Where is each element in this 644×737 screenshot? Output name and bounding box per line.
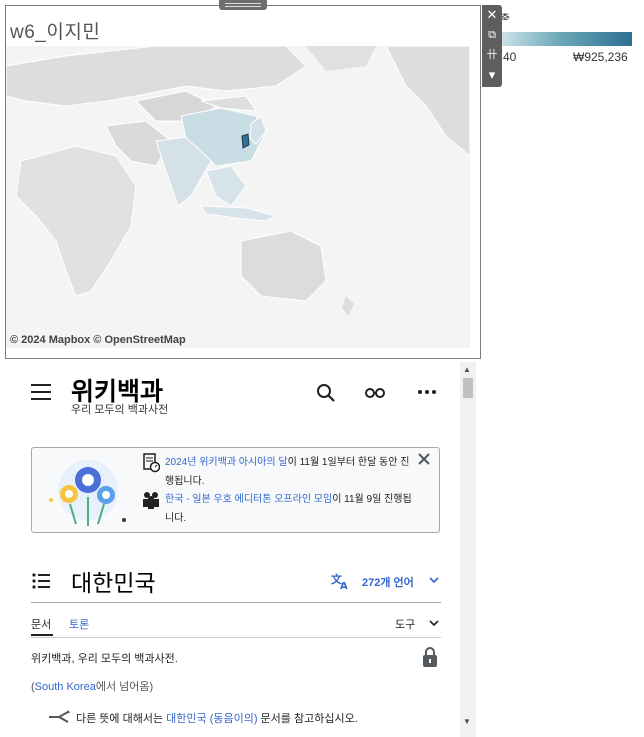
- table-of-contents-icon[interactable]: [32, 573, 50, 589]
- wiki-tagline: 우리 모두의 백과사전: [71, 404, 169, 416]
- hatnote-link-disambiguation[interactable]: (동음이의): [210, 713, 258, 725]
- tools-menu[interactable]: 도구: [395, 616, 415, 632]
- document-clock-icon: [143, 453, 160, 473]
- viz-title: w6_이지민: [10, 22, 101, 43]
- map-canvas[interactable]: [6, 46, 470, 348]
- glasses-icon[interactable]: [364, 384, 386, 400]
- more-options-icon[interactable]: [416, 384, 438, 400]
- flower-illustration: [49, 460, 126, 526]
- viz-toolbar: ✕ ⧉ 卄 ▾: [482, 5, 502, 87]
- search-icon[interactable]: [316, 383, 336, 403]
- tab-talk[interactable]: 토론: [69, 616, 89, 632]
- close-icon[interactable]: ✕: [484, 7, 500, 23]
- redirect-source-link[interactable]: South Korea: [35, 681, 96, 693]
- lock-icon[interactable]: [422, 646, 438, 668]
- banner-link-editathon[interactable]: 한국 - 일본 우호 에디터톤 오프라인 모임: [165, 494, 332, 505]
- color-legend-bar: [500, 32, 632, 46]
- hatnote-link-korea[interactable]: 대한민국: [166, 713, 206, 725]
- hamburger-menu-icon[interactable]: [31, 384, 51, 400]
- scroll-thumb[interactable]: [463, 378, 473, 398]
- world-map: [6, 46, 470, 348]
- menu-dropdown-icon[interactable]: ▾: [484, 67, 500, 83]
- people-group-icon: [143, 492, 159, 509]
- tabs-divider: [31, 637, 441, 638]
- legend-min-label: 40: [503, 50, 517, 64]
- close-icon[interactable]: [417, 452, 431, 466]
- banner-line-1: 2024년 위키백과 아시아의 달이 11월 1일부터 한달 동안 진행됩니다.: [165, 457, 410, 487]
- scrollbar[interactable]: [460, 362, 476, 737]
- banner-link-asia-month[interactable]: 2024년 위키백과 아시아의 달: [165, 457, 288, 468]
- title-divider: [31, 602, 441, 603]
- map-attribution: © 2024 Mapbox © OpenStreetMap: [10, 334, 186, 346]
- active-tab-indicator: [31, 634, 53, 636]
- redirect-notice: (South Korea에서 넘어옴): [31, 681, 154, 693]
- language-selector[interactable]: 272개 언어: [362, 574, 414, 590]
- drag-handle[interactable]: [219, 0, 267, 10]
- chevron-down-icon[interactable]: [428, 617, 440, 629]
- banner-line-2: 한국 - 일본 우호 에디터톤 오프라인 모임이 11월 9일 진행됩니다.: [165, 494, 412, 524]
- disambiguation-icon: [49, 710, 70, 723]
- page-title: 대한민국: [71, 571, 156, 597]
- chevron-down-icon[interactable]: [428, 574, 440, 586]
- hatnote: 다른 뜻에 대해서는 대한민국 (동음이의) 문서를 참고하십시오.: [76, 713, 358, 725]
- korea-region: [241, 133, 250, 149]
- scroll-down-arrow[interactable]: ▼: [463, 717, 471, 726]
- svg-text:A: A: [340, 581, 348, 590]
- site-subtitle: 위키백과, 우리 모두의 백과사전.: [31, 653, 178, 665]
- legend-max-label: ₩925,236: [573, 50, 628, 64]
- language-icon[interactable]: 文 A: [331, 572, 351, 590]
- pin-icon[interactable]: 卄: [484, 47, 500, 63]
- popout-icon[interactable]: ⧉: [484, 27, 500, 43]
- tab-article[interactable]: 문서: [31, 616, 51, 632]
- scroll-up-arrow[interactable]: ▲: [463, 365, 471, 374]
